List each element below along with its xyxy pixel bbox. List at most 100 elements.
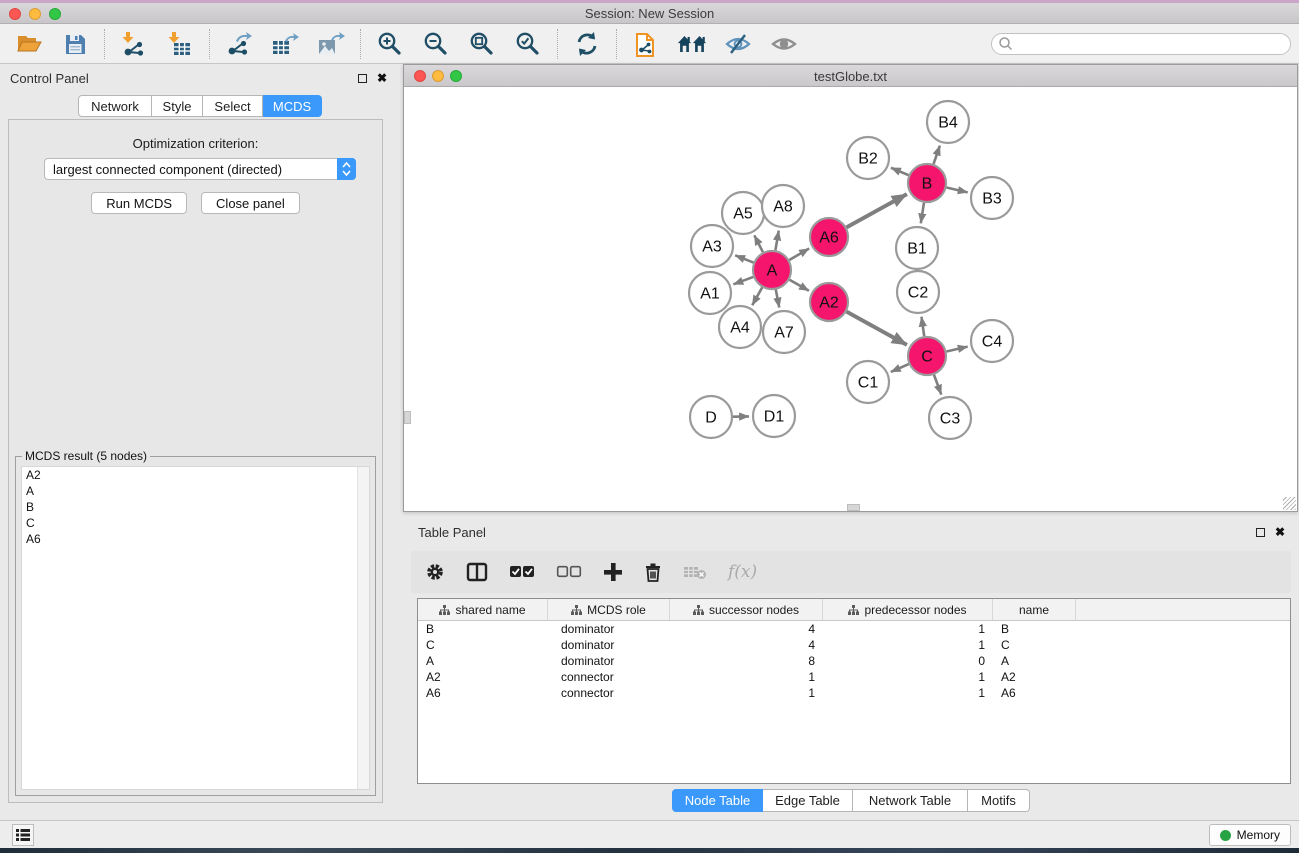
zoom-in-icon[interactable] — [375, 29, 405, 59]
hide-icon[interactable] — [723, 29, 753, 59]
table-cell[interactable]: A2 — [418, 669, 548, 685]
network-window-titlebar[interactable]: testGlobe.txt — [404, 65, 1297, 87]
edge-A-A6[interactable] — [789, 249, 809, 260]
network-view-window[interactable]: testGlobe.txt B4B2BB3A5A8A6B1A3AC2A1A2A4… — [403, 64, 1298, 512]
import-network-icon[interactable] — [119, 29, 149, 59]
export-table-icon[interactable] — [270, 29, 300, 59]
edge-A2-C[interactable] — [847, 312, 907, 345]
run-mcds-button[interactable]: Run MCDS — [91, 192, 187, 214]
table-cell[interactable]: C — [993, 637, 1076, 653]
table-cell[interactable]: A — [993, 653, 1076, 669]
edge-A6-B[interactable] — [847, 194, 907, 227]
mcds-result-list[interactable]: A2ABCA6 — [21, 466, 370, 790]
show-columns-icon[interactable] — [466, 558, 488, 586]
tab-edge-table[interactable]: Edge Table — [763, 789, 853, 812]
edge-A-A5[interactable] — [754, 235, 763, 252]
zoom-out-icon[interactable] — [421, 29, 451, 59]
table-cell[interactable]: 1 — [823, 637, 993, 653]
table-cell[interactable]: 1 — [670, 685, 823, 701]
table-cell[interactable]: connector — [548, 685, 670, 701]
table-row[interactable]: A2connector11A2 — [418, 669, 1290, 685]
table-cell[interactable]: 1 — [823, 621, 993, 637]
mcds-result-item[interactable]: A6 — [22, 531, 369, 547]
table-cell[interactable]: A6 — [418, 685, 548, 701]
tab-motifs[interactable]: Motifs — [968, 789, 1030, 812]
main-titlebar[interactable]: Session: New Session — [0, 3, 1299, 24]
open-file-icon[interactable] — [14, 29, 44, 59]
tab-network[interactable]: Network — [78, 95, 152, 117]
mcds-result-item[interactable]: A — [22, 483, 369, 499]
resize-grip-icon[interactable] — [1283, 497, 1296, 510]
table-cell[interactable]: 1 — [823, 685, 993, 701]
table-cell[interactable]: 8 — [670, 653, 823, 669]
edge-B-B4[interactable] — [934, 146, 940, 164]
network-canvas[interactable]: B4B2BB3A5A8A6B1A3AC2A1A2A4A7C4CC1C3DD1 — [404, 87, 1297, 511]
table-cell[interactable]: dominator — [548, 637, 670, 653]
search-input[interactable] — [991, 33, 1291, 55]
table-cell[interactable]: B — [993, 621, 1076, 637]
table-cell[interactable]: 1 — [670, 669, 823, 685]
task-history-icon[interactable] — [12, 824, 34, 846]
export-image-icon[interactable] — [316, 29, 346, 59]
memory-button[interactable]: Memory — [1209, 824, 1291, 846]
table-row[interactable]: Adominator80A — [418, 653, 1290, 669]
edge-C-C3[interactable] — [934, 375, 941, 395]
table-row[interactable]: Cdominator41C — [418, 637, 1290, 653]
network-from-file-icon[interactable] — [631, 29, 661, 59]
mcds-result-item[interactable]: A2 — [22, 467, 369, 483]
save-session-icon[interactable] — [60, 29, 90, 59]
export-network-icon[interactable] — [224, 29, 254, 59]
select-all-icon[interactable] — [509, 558, 535, 586]
edge-B-B2[interactable] — [891, 168, 909, 175]
add-column-icon[interactable] — [603, 558, 623, 586]
table-cell[interactable]: 4 — [670, 621, 823, 637]
tab-style[interactable]: Style — [152, 95, 203, 117]
criterion-dropdown[interactable]: largest connected component (directed) — [44, 158, 356, 180]
table-cell[interactable]: B — [418, 621, 548, 637]
table-cell[interactable]: 1 — [823, 669, 993, 685]
column-header[interactable]: successor nodes — [670, 599, 823, 620]
table-cell[interactable]: connector — [548, 669, 670, 685]
column-header[interactable]: shared name — [418, 599, 548, 620]
edge-C-C1[interactable] — [891, 364, 909, 372]
edge-A-A3[interactable] — [735, 255, 753, 262]
table-cell[interactable]: C — [418, 637, 548, 653]
table-cell[interactable]: dominator — [548, 653, 670, 669]
tab-node-table[interactable]: Node Table — [672, 789, 763, 812]
edge-A-A1[interactable] — [733, 277, 753, 284]
show-icon[interactable] — [769, 29, 799, 59]
table-cell[interactable]: A2 — [993, 669, 1076, 685]
edge-C-C4[interactable] — [946, 347, 967, 352]
float-table-panel-icon[interactable] — [1256, 528, 1265, 537]
tab-select[interactable]: Select — [203, 95, 263, 117]
refresh-icon[interactable] — [572, 29, 602, 59]
mcds-result-item[interactable]: C — [22, 515, 369, 531]
table-cell[interactable]: 4 — [670, 637, 823, 653]
table-cell[interactable]: A6 — [993, 685, 1076, 701]
edge-A-A4[interactable] — [752, 287, 762, 305]
column-header[interactable]: MCDS role — [548, 599, 670, 620]
tab-mcds[interactable]: MCDS — [263, 95, 322, 117]
tab-network-table[interactable]: Network Table — [853, 789, 968, 812]
table-cell[interactable]: dominator — [548, 621, 670, 637]
vertical-scrollbar[interactable] — [404, 411, 411, 424]
table-cell[interactable]: 0 — [823, 653, 993, 669]
close-table-panel-icon[interactable]: ✖ — [1275, 527, 1285, 537]
column-header[interactable]: predecessor nodes — [823, 599, 993, 620]
deselect-all-icon[interactable] — [556, 558, 582, 586]
table-row[interactable]: Bdominator41B — [418, 621, 1290, 637]
table-cell[interactable]: A — [418, 653, 548, 669]
edge-B-B3[interactable] — [946, 187, 967, 192]
table-row[interactable]: A6connector11A6 — [418, 685, 1290, 701]
edge-A-A7[interactable] — [776, 290, 779, 308]
import-table-icon[interactable] — [165, 29, 195, 59]
table-settings-icon[interactable] — [425, 558, 445, 586]
delete-column-icon[interactable] — [644, 558, 662, 586]
close-panel-icon[interactable]: ✖ — [377, 73, 387, 83]
column-header[interactable]: name — [993, 599, 1076, 620]
close-panel-button[interactable]: Close panel — [201, 192, 300, 214]
zoom-fit-icon[interactable] — [467, 29, 497, 59]
edge-A-A8[interactable] — [775, 231, 778, 251]
scrollbar[interactable] — [357, 467, 369, 789]
edge-C-C2[interactable] — [921, 317, 924, 336]
